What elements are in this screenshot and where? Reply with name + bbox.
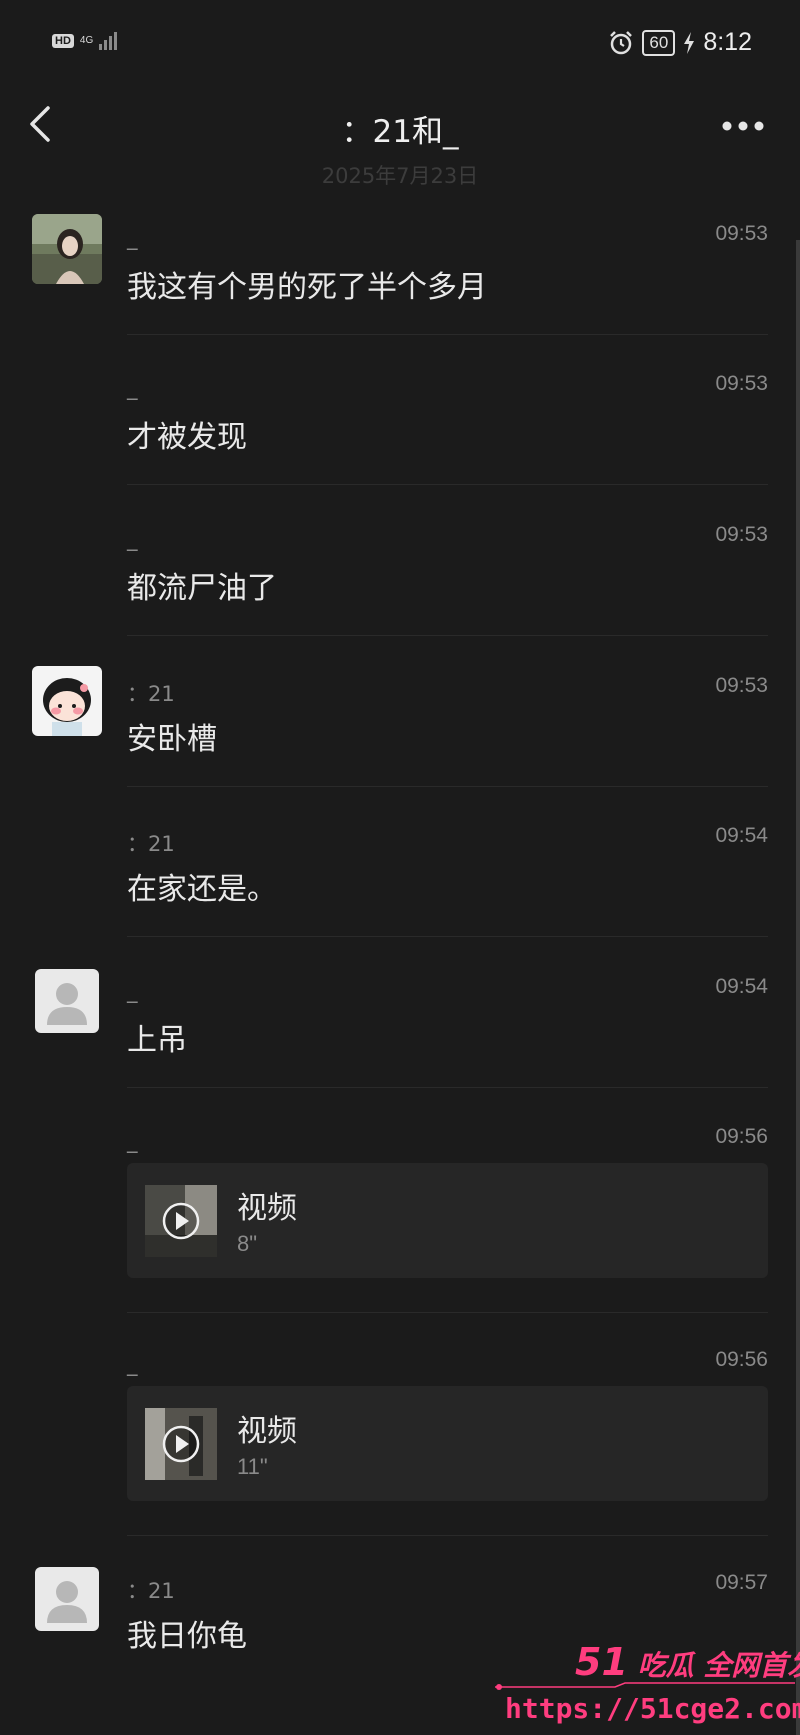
chat-header: ：21和_ <box>0 90 800 170</box>
video-label: 视频 <box>237 1414 297 1449</box>
status-bar: HD 4G 60 8:12 <box>0 0 800 90</box>
date-separator: 2025年7月23日 <box>321 164 479 188</box>
divider <box>127 936 768 937</box>
watermark: 51 吃瓜 全网首发 https://51cge2.com <box>495 1640 800 1735</box>
message-time: 09:53 <box>715 523 768 546</box>
message-time: 09:56 <box>715 1125 768 1148</box>
sender-name: _ <box>127 1352 138 1376</box>
sender-name: _ <box>127 527 138 551</box>
sender-name: ：21 <box>127 832 175 856</box>
sender-name: _ <box>127 376 138 400</box>
divider <box>127 1087 768 1088</box>
video-card[interactable]: 视频 8" <box>127 1163 768 1278</box>
status-time: 8:12 <box>703 28 752 56</box>
more-dots-icon[interactable] <box>722 120 764 132</box>
sender-name: _ <box>127 1129 138 1153</box>
message-text: 安卧槽 <box>127 722 217 757</box>
message-time: 09:57 <box>715 1571 768 1594</box>
divider <box>127 484 768 485</box>
sender-name: ：21 <box>127 682 175 706</box>
avatar[interactable] <box>35 969 99 1033</box>
battery-indicator: 60 <box>642 29 676 56</box>
watermark-brand-text: 吃瓜 全网首发 <box>637 1649 800 1682</box>
message-text: 我这有个男的死了半个多月 <box>127 270 487 305</box>
video-thumbnail <box>145 1185 217 1257</box>
video-label: 视频 <box>237 1191 297 1226</box>
message-item[interactable]: _ 09:56 视频 11" <box>0 1336 800 1536</box>
sender-name: _ <box>127 226 138 250</box>
message-item[interactable]: _ 09:53 都流尸油了 <box>0 511 800 636</box>
message-time: 09:53 <box>715 674 768 697</box>
message-text: 上吊 <box>127 1023 187 1058</box>
message-text: 在家还是。 <box>127 872 277 907</box>
video-card[interactable]: 视频 11" <box>127 1386 768 1501</box>
watermark-brand: 51 吃瓜 全网首发 <box>575 1640 800 1684</box>
message-time: 09:53 <box>715 222 768 245</box>
avatar[interactable] <box>32 214 102 284</box>
network-type: 4G <box>79 35 94 46</box>
video-thumbnail <box>145 1408 217 1480</box>
message-text: 才被发现 <box>127 420 247 455</box>
message-time: 09:56 <box>715 1348 768 1371</box>
message-time: 09:54 <box>715 824 768 847</box>
message-item[interactable]: _ 09:56 视频 8" <box>0 1113 800 1313</box>
scrollbar[interactable] <box>796 240 800 1735</box>
sender-name: _ <box>127 979 138 1003</box>
divider <box>127 334 768 335</box>
message-item[interactable]: ：21 09:53 安卧槽 <box>0 662 800 787</box>
video-duration: 8" <box>237 1231 258 1256</box>
message-time: 09:54 <box>715 975 768 998</box>
watermark-brand-number: 51 <box>575 1640 628 1684</box>
signal-icon <box>99 32 118 50</box>
message-item[interactable]: _ 09:53 我这有个男的死了半个多月 <box>0 210 800 335</box>
chat-title: ：21和_ <box>341 114 459 150</box>
avatar-cartoon-icon <box>32 666 102 736</box>
message-text: 都流尸油了 <box>127 571 277 606</box>
divider <box>127 635 768 636</box>
message-item[interactable]: ：21 09:54 在家还是。 <box>0 812 800 937</box>
watermark-url: https://51cge2.com <box>505 1692 800 1725</box>
divider <box>127 1535 768 1536</box>
divider <box>127 786 768 787</box>
message-text: 我日你龟 <box>127 1619 247 1654</box>
default-user-icon <box>35 969 99 1033</box>
divider <box>127 1312 768 1313</box>
status-left: HD 4G <box>52 32 118 50</box>
hd-badge: HD <box>52 34 74 48</box>
default-user-icon <box>35 1567 99 1631</box>
alarm-icon <box>610 30 633 54</box>
play-icon <box>145 1185 217 1257</box>
avatar[interactable] <box>35 1567 99 1631</box>
video-duration: 11" <box>237 1454 268 1479</box>
charging-icon <box>684 31 695 54</box>
avatar[interactable] <box>32 666 102 736</box>
sender-name: ：21 <box>127 1579 175 1603</box>
status-right: 60 8:12 <box>608 28 752 57</box>
play-icon <box>145 1408 217 1480</box>
avatar-photo-icon <box>32 214 102 284</box>
message-item[interactable]: _ 09:54 上吊 <box>0 963 800 1088</box>
message-item[interactable]: _ 09:53 才被发现 <box>0 360 800 485</box>
watermark-circuit-icon <box>495 1682 795 1690</box>
message-time: 09:53 <box>715 372 768 395</box>
